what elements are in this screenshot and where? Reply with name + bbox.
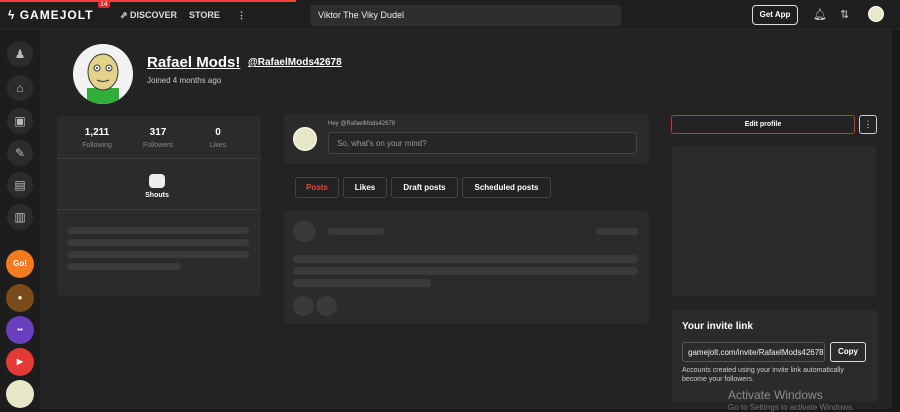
quests-icon[interactable]: ✎ <box>7 140 33 166</box>
discover-label: DISCOVER <box>130 10 178 20</box>
scrollbar[interactable] <box>892 30 900 409</box>
profile-handle[interactable]: @RafaelMods42678 <box>248 57 342 68</box>
community-face-icon[interactable]: ● <box>6 284 34 312</box>
profile-name[interactable]: Rafael Mods! <box>147 54 240 71</box>
user-avatar[interactable] <box>868 6 884 22</box>
invite-note: Accounts created using your invite link … <box>682 367 844 383</box>
skeleton-action <box>293 296 314 316</box>
profile-avatar[interactable] <box>73 44 133 104</box>
discover-link[interactable]: ⇗ DISCOVER <box>120 10 177 21</box>
gamejolt-logo[interactable]: ϟ GAMEJOLT <box>8 8 93 22</box>
skeleton-line <box>67 251 249 258</box>
invite-link-input[interactable]: gamejolt.com/invite/RafaelMods42678 <box>682 342 825 362</box>
stat-followers-value: 317 <box>149 127 167 138</box>
community-go-icon[interactable]: Go! <box>6 250 34 278</box>
tab-posts[interactable]: Posts <box>295 177 339 198</box>
top-bar: ϟ GAMEJOLT 14 ⇗ DISCOVER STORE ⋮ Viktor … <box>0 0 900 30</box>
backpack-icon[interactable]: ▣ <box>7 108 33 134</box>
notification-badge: 14 <box>98 1 110 8</box>
tab-draft-posts[interactable]: Draft posts <box>391 177 458 198</box>
shouts-label: Shouts <box>145 192 169 199</box>
post-input[interactable]: So, what's on your mind? <box>328 132 637 154</box>
windows-watermark: Activate Windows <box>728 388 823 402</box>
skeleton-line <box>293 267 638 275</box>
tab-likes[interactable]: Likes <box>343 177 387 198</box>
stat-following-label: Following <box>82 142 112 149</box>
stat-following-value: 1,211 <box>84 127 110 138</box>
skeleton-line <box>67 227 249 234</box>
library-icon[interactable]: ▥ <box>7 204 33 230</box>
skeleton-avatar <box>293 221 316 242</box>
tab-scheduled-posts[interactable]: Scheduled posts <box>462 177 551 198</box>
stat-followers[interactable]: 317 Followers <box>128 127 188 149</box>
store-link[interactable]: STORE <box>189 10 220 20</box>
community-gamepad-icon[interactable]: ▪▪ <box>6 316 34 344</box>
skeleton-line <box>328 228 384 235</box>
store-icon[interactable]: ⌂ <box>7 75 33 101</box>
shouts-icon[interactable] <box>149 174 165 188</box>
community-youtube-icon[interactable]: ▶ <box>6 348 34 376</box>
stat-followers-label: Followers <box>143 142 173 149</box>
friends-icon[interactable]: ⇅ <box>840 8 849 21</box>
baldi-avatar-image <box>73 44 133 104</box>
joined-date: Joined 4 months ago <box>147 76 222 85</box>
skeleton-line <box>596 228 638 235</box>
skeleton-line <box>67 263 181 270</box>
stat-likes-label: Likes <box>209 142 227 149</box>
stat-likes[interactable]: 0 Likes <box>188 127 248 149</box>
ad-placeholder-card <box>672 146 876 296</box>
windows-watermark-sub: Go to Settings to activate Windows. <box>728 403 855 412</box>
chat-icon[interactable]: ▤ <box>7 172 33 198</box>
more-menu-icon[interactable]: ⋮ <box>237 10 246 21</box>
skeleton-action <box>316 296 337 316</box>
search-input[interactable]: Viktor The Viky Dudel <box>310 5 621 26</box>
copy-button[interactable]: Copy <box>830 342 866 362</box>
stat-following[interactable]: 1,211 Following <box>67 127 127 149</box>
stat-likes-value: 0 <box>215 127 221 138</box>
divider <box>57 158 261 159</box>
logo-text: GAMEJOLT <box>19 8 94 22</box>
composer-greeting: Hey @RafaelMods42678 <box>328 121 396 127</box>
left-sidebar: ♟ ⌂ ▣ ✎ ▤ ▥ Go! ● ▪▪ ▶ <box>0 30 40 409</box>
divider <box>57 209 261 210</box>
invite-title: Your invite link <box>682 321 753 332</box>
edit-profile-button[interactable]: Edit profile <box>671 115 855 134</box>
profile-more-button[interactable]: ⋮ <box>859 115 877 134</box>
skeleton-line <box>293 279 431 287</box>
skeleton-line <box>293 255 638 263</box>
skeleton-line <box>67 239 249 246</box>
get-app-button[interactable]: Get App <box>752 5 798 25</box>
top-accent-line <box>0 0 296 2</box>
composer-avatar[interactable] <box>293 127 317 151</box>
bell-icon[interactable]: 🔔︎ <box>813 8 827 21</box>
community-baldi-icon[interactable] <box>6 380 34 408</box>
realms-icon[interactable]: ♟ <box>7 41 33 67</box>
